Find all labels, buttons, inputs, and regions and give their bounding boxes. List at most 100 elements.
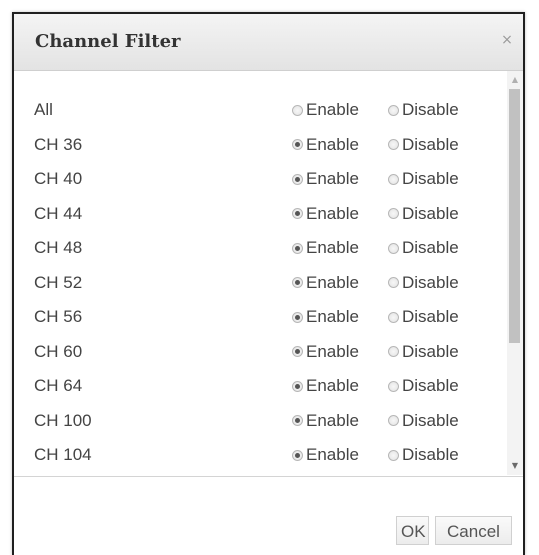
scroll-up-icon[interactable]: ▲ (507, 73, 523, 87)
disable-option[interactable]: Disable (388, 204, 459, 224)
scroll-down-icon[interactable]: ▼ (507, 459, 523, 473)
disable-option[interactable]: Disable (388, 445, 459, 465)
enable-radio[interactable] (292, 208, 303, 219)
enable-radio[interactable] (292, 242, 303, 254)
enable-radio[interactable] (292, 139, 303, 150)
channel-row: CH 100 Enable Disable (14, 405, 507, 440)
enable-label: Enable (306, 410, 359, 430)
enable-label: Enable (306, 272, 359, 292)
disable-radio[interactable] (388, 346, 399, 357)
channel-row: CH 104 Enable Disable (14, 439, 507, 474)
enable-option[interactable]: Enable (292, 307, 359, 327)
enable-option[interactable]: Enable (292, 169, 359, 189)
channel-row: CH 40 Enable Disable (14, 163, 507, 198)
disable-radio[interactable] (388, 380, 399, 392)
enable-option[interactable]: Enable (292, 135, 359, 155)
channel-row: CH 48 Enable Disable (14, 232, 507, 267)
disable-option[interactable]: Disable (388, 376, 459, 396)
enable-label: Enable (306, 376, 359, 395)
disable-label: Disable (402, 238, 459, 257)
enable-radio[interactable] (292, 346, 303, 357)
dialog-footer: OK Cancel (14, 476, 523, 555)
channel-row: CH 36 Enable Disable (14, 129, 507, 164)
channel-row: CH 60 Enable Disable (14, 336, 507, 371)
disable-label: Disable (402, 134, 459, 154)
enable-radio[interactable] (292, 104, 303, 116)
disable-label: Disable (402, 169, 459, 188)
channel-label: CH 100 (34, 410, 92, 430)
channel-label: All (34, 100, 53, 119)
channel-row: CH 56 Enable Disable (14, 301, 507, 336)
enable-label: Enable (306, 341, 359, 361)
disable-label: Disable (402, 272, 459, 292)
dialog-title: Channel Filter (35, 31, 181, 52)
enable-radio[interactable] (292, 449, 303, 461)
enable-option[interactable]: Enable (292, 238, 359, 258)
channel-label: CH 44 (34, 203, 83, 223)
disable-label: Disable (402, 410, 459, 430)
disable-label: Disable (402, 203, 459, 223)
close-icon[interactable]: × (499, 32, 515, 48)
enable-radio[interactable] (292, 415, 303, 426)
disable-option[interactable]: Disable (388, 100, 459, 120)
enable-label: Enable (306, 445, 359, 464)
channel-label: CH 40 (34, 169, 83, 188)
channel-label: CH 36 (34, 134, 83, 154)
disable-radio[interactable] (388, 242, 399, 254)
scrollbar-thumb[interactable] (509, 89, 520, 343)
enable-label: Enable (306, 203, 359, 223)
enable-option[interactable]: Enable (292, 376, 359, 396)
disable-radio[interactable] (388, 173, 399, 185)
channel-list: All Enable Disable CH 36 Enable Disable CH 40 E… (14, 94, 507, 474)
disable-label: Disable (402, 445, 459, 464)
disable-label: Disable (402, 100, 459, 119)
channel-label: CH 64 (34, 376, 83, 395)
enable-option[interactable]: Enable (292, 273, 359, 293)
disable-option[interactable]: Disable (388, 307, 459, 327)
channel-label: CH 56 (34, 307, 83, 326)
enable-radio[interactable] (292, 311, 303, 323)
disable-radio[interactable] (388, 449, 399, 461)
channel-label: CH 52 (34, 272, 83, 292)
disable-radio[interactable] (388, 104, 399, 116)
channel-label: CH 60 (34, 341, 83, 361)
enable-radio[interactable] (292, 277, 303, 288)
enable-label: Enable (306, 307, 359, 326)
channel-row: All Enable Disable (14, 94, 507, 129)
enable-label: Enable (306, 169, 359, 188)
channel-row: CH 52 Enable Disable (14, 267, 507, 302)
dialog-body: All Enable Disable CH 36 Enable Disable CH 40 E… (14, 71, 523, 475)
enable-option[interactable]: Enable (292, 100, 359, 120)
channel-filter-dialog: Channel Filter × All Enable Disable CH 36 En… (12, 12, 525, 555)
enable-option[interactable]: Enable (292, 445, 359, 465)
disable-radio[interactable] (388, 208, 399, 219)
disable-option[interactable]: Disable (388, 238, 459, 258)
enable-radio[interactable] (292, 380, 303, 392)
cancel-button[interactable]: Cancel (435, 516, 512, 545)
disable-option[interactable]: Disable (388, 273, 459, 293)
enable-label: Enable (306, 100, 359, 119)
disable-option[interactable]: Disable (388, 342, 459, 362)
enable-option[interactable]: Enable (292, 204, 359, 224)
channel-row: CH 44 Enable Disable (14, 198, 507, 233)
ok-button[interactable]: OK (396, 516, 429, 545)
disable-label: Disable (402, 341, 459, 361)
channel-label: CH 48 (34, 238, 83, 257)
disable-radio[interactable] (388, 139, 399, 150)
disable-radio[interactable] (388, 415, 399, 426)
disable-label: Disable (402, 376, 459, 395)
disable-option[interactable]: Disable (388, 135, 459, 155)
channel-row: CH 64 Enable Disable (14, 370, 507, 405)
enable-option[interactable]: Enable (292, 411, 359, 431)
disable-radio[interactable] (388, 277, 399, 288)
disable-radio[interactable] (388, 311, 399, 323)
disable-option[interactable]: Disable (388, 169, 459, 189)
disable-option[interactable]: Disable (388, 411, 459, 431)
enable-option[interactable]: Enable (292, 342, 359, 362)
disable-label: Disable (402, 307, 459, 326)
dialog-titlebar[interactable]: Channel Filter × (14, 14, 523, 71)
enable-radio[interactable] (292, 173, 303, 185)
channel-label: CH 104 (34, 445, 92, 464)
scrollbar[interactable]: ▲ ▼ (507, 71, 523, 475)
enable-label: Enable (306, 134, 359, 154)
